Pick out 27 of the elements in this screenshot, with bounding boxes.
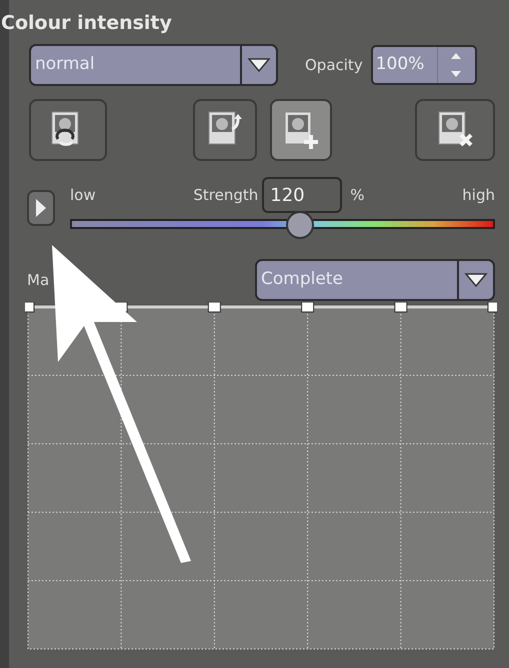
curve-handle[interactable] [488,302,497,312]
curve-handle[interactable] [208,302,221,312]
percent-label: % [350,184,365,206]
masking-dropdown[interactable]: Complete [255,259,495,301]
caret-icon [247,57,271,73]
strength-field[interactable]: 120 [262,177,342,213]
curve-area[interactable] [28,307,494,649]
slider-thumb[interactable] [286,211,314,239]
play-icon [35,198,47,218]
delete-image-button[interactable] [415,99,495,161]
refresh-image-button[interactable] [29,99,107,161]
strength-label: Strength [193,184,258,206]
up-arrow-icon[interactable] [451,53,462,59]
opacity-spinner[interactable]: 100% [370,45,477,85]
panel-title: Colour intensity [1,11,173,36]
strength-slider[interactable] [70,210,495,240]
masking-label: Ma [27,270,50,291]
caret-icon [464,272,488,288]
high-label: high [462,184,495,206]
down-arrow-icon[interactable] [451,71,462,77]
low-label: low [70,184,96,206]
export-image-button[interactable] [193,99,257,161]
play-button[interactable] [27,190,55,226]
curve-handle[interactable] [25,302,34,312]
blend-mode-dropdown[interactable]: normal [29,44,278,86]
opacity-label: Opacity [305,54,363,76]
add-image-button[interactable] [270,99,332,161]
